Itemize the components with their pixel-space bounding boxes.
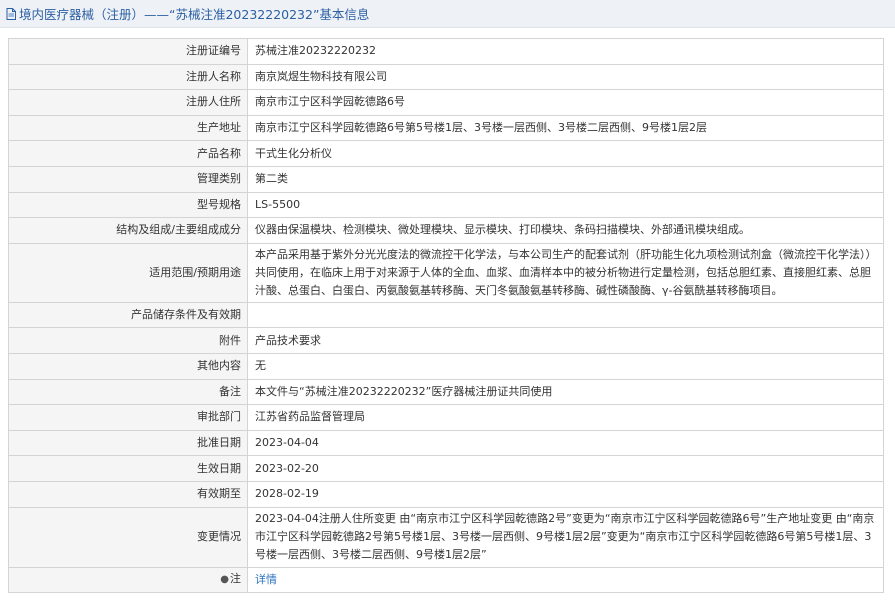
field-value: 本产品采用基于紫外分光光度法的微流控干化学法，与本公司生产的配套试剂（肝功能生化…	[247, 242, 884, 303]
note-label: 注	[230, 572, 241, 586]
field-label: 生产地址	[8, 114, 248, 142]
field-label: 型号规格	[8, 191, 248, 219]
table-row: 产品储存条件及有效期	[8, 301, 884, 329]
pin-icon: ●	[220, 574, 229, 586]
table-row: 附件 产品技术要求	[8, 327, 884, 354]
note-value-cell: 详情	[247, 566, 884, 594]
table-row: 管理类别 第二类	[8, 165, 884, 193]
table-row: 注册证编号 苏械注准20232220232	[8, 38, 884, 65]
info-table-container: 注册证编号 苏械注准20232220232 注册人名称 南京岚煜生物科技有限公司…	[8, 38, 884, 594]
field-label: 附件	[8, 327, 248, 354]
table-row: 注册人住所 南京市江宁区科学园乾德路6号	[8, 89, 884, 116]
document-icon	[6, 7, 16, 20]
field-label: 结构及组成/主要组成成分	[8, 217, 248, 244]
field-label: 产品名称	[8, 140, 248, 167]
table-row: 其他内容 无	[8, 352, 884, 380]
field-value: 南京市江宁区科学园乾德路6号	[247, 89, 884, 116]
info-table: 注册证编号 苏械注准20232220232 注册人名称 南京岚煜生物科技有限公司…	[8, 38, 884, 594]
field-label: 批准日期	[8, 429, 248, 457]
table-row: 适用范围/预期用途 本产品采用基于紫外分光光度法的微流控干化学法，与本公司生产的…	[8, 242, 884, 303]
table-row: 产品名称 干式生化分析仪	[8, 140, 884, 167]
page-header: 境内医疗器械（注册）——“苏械注准20232220232”基本信息	[0, 0, 895, 28]
field-value: 第二类	[247, 165, 884, 193]
table-row-note: ●注 详情	[8, 566, 884, 594]
table-row: 注册人名称 南京岚煜生物科技有限公司	[8, 63, 884, 91]
table-row: 生产地址 南京市江宁区科学园乾德路6号第5号楼1层、3号楼一层西侧、3号楼二层西…	[8, 114, 884, 142]
field-value: 南京岚煜生物科技有限公司	[247, 63, 884, 91]
table-row: 有效期至 2028-02-19	[8, 480, 884, 508]
field-value: 产品技术要求	[247, 327, 884, 354]
field-label: 有效期至	[8, 480, 248, 508]
field-value	[247, 301, 884, 329]
field-value: 2028-02-19	[247, 480, 884, 508]
field-value: 南京市江宁区科学园乾德路6号第5号楼1层、3号楼一层西侧、3号楼二层西侧、9号楼…	[247, 114, 884, 142]
field-label: 其他内容	[8, 352, 248, 380]
field-value: 2023-04-04	[247, 429, 884, 457]
table-row: 审批部门 江苏省药品监督管理局	[8, 404, 884, 431]
field-value: 干式生化分析仪	[247, 140, 884, 167]
field-value: 本文件与“苏械注准20232220232”医疗器械注册证共同使用	[247, 378, 884, 406]
field-label: 注册人名称	[8, 63, 248, 91]
field-value: 2023-02-20	[247, 455, 884, 482]
field-label: 注册人住所	[8, 89, 248, 116]
field-value: 江苏省药品监督管理局	[247, 404, 884, 431]
page-title: 境内医疗器械（注册）——“苏械注准20232220232”基本信息	[19, 7, 370, 22]
note-label-cell: ●注	[8, 566, 248, 594]
field-label: 注册证编号	[8, 38, 248, 65]
field-label: 适用范围/预期用途	[8, 242, 248, 303]
field-value: 无	[247, 352, 884, 380]
field-label: 变更情况	[8, 506, 248, 568]
table-row: 批准日期 2023-04-04	[8, 429, 884, 457]
field-label: 审批部门	[8, 404, 248, 431]
field-value: 苏械注准20232220232	[247, 38, 884, 65]
details-link[interactable]: 详情	[255, 573, 277, 586]
field-label: 备注	[8, 378, 248, 406]
table-row: 备注 本文件与“苏械注准20232220232”医疗器械注册证共同使用	[8, 378, 884, 406]
field-label: 管理类别	[8, 165, 248, 193]
table-row: 型号规格 LS-5500	[8, 191, 884, 219]
field-label: 生效日期	[8, 455, 248, 482]
table-row: 结构及组成/主要组成成分 仪器由保温模块、检测模块、微处理模块、显示模块、打印模…	[8, 217, 884, 244]
table-row: 生效日期 2023-02-20	[8, 455, 884, 482]
field-value: 仪器由保温模块、检测模块、微处理模块、显示模块、打印模块、条码扫描模块、外部通讯…	[247, 217, 884, 244]
field-value: 2023-04-04注册人住所变更 由“南京市江宁区科学园乾德路2号”变更为“南…	[247, 506, 884, 568]
table-row: 变更情况 2023-04-04注册人住所变更 由“南京市江宁区科学园乾德路2号”…	[8, 506, 884, 568]
field-label: 产品储存条件及有效期	[8, 301, 248, 329]
field-value: LS-5500	[247, 191, 884, 219]
